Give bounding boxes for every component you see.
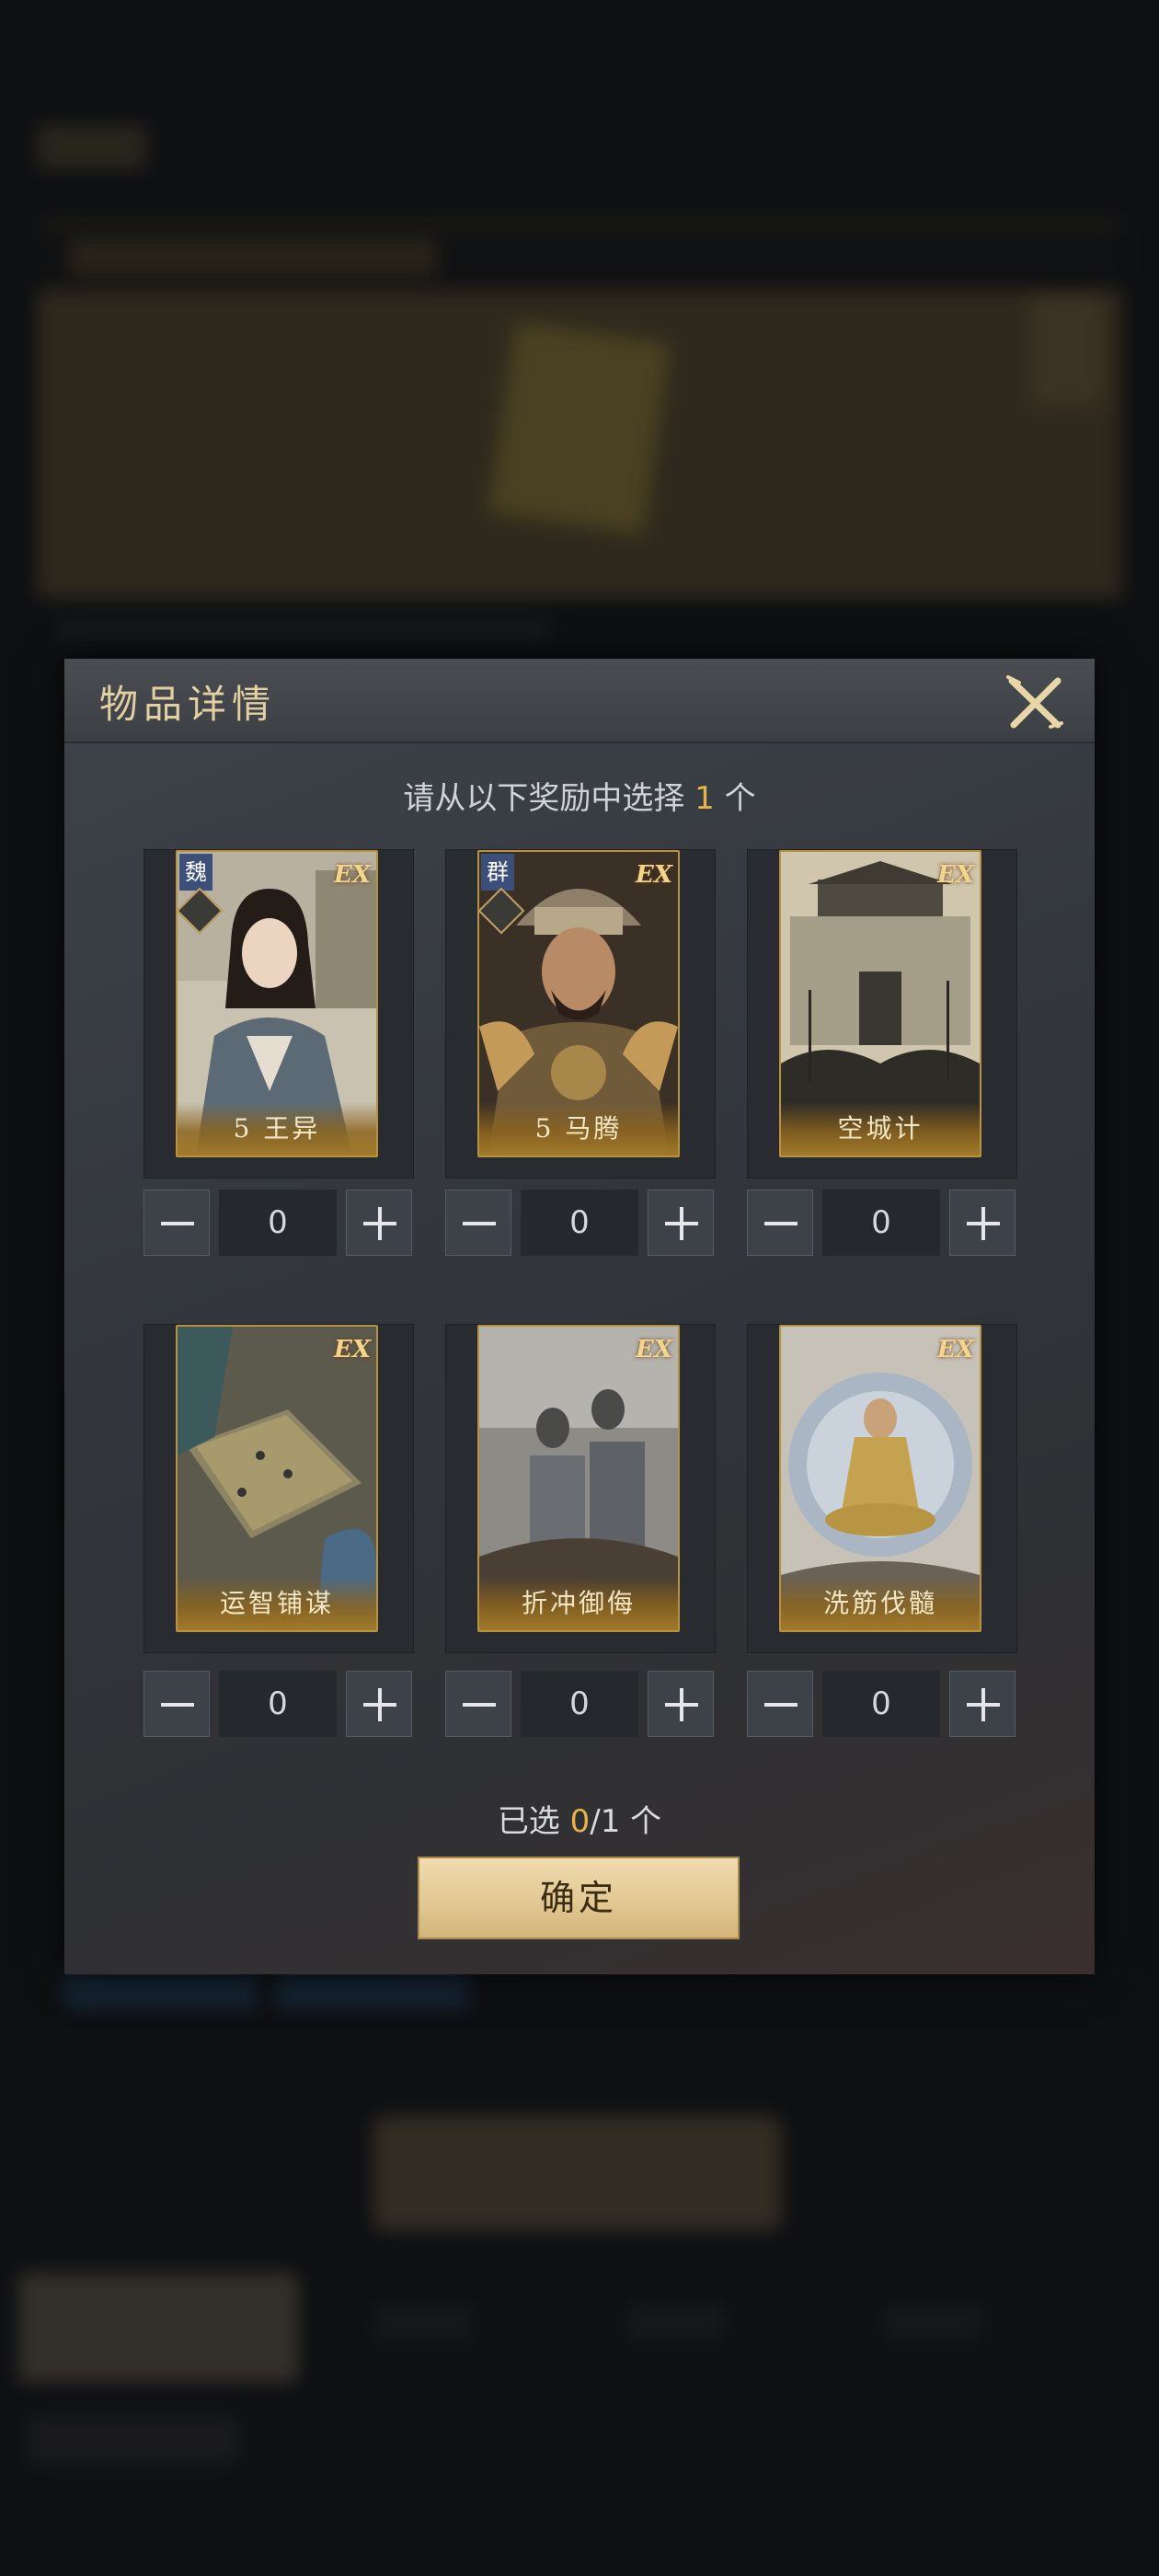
quantity-value[interactable]: 0 <box>219 1671 337 1737</box>
reward-name: 5 王异 <box>178 1102 376 1156</box>
quantity-value[interactable]: 0 <box>521 1671 638 1737</box>
reward-card[interactable]: EX 洗筋伐髓 <box>747 1324 1017 1653</box>
quantity-value[interactable]: 0 <box>822 1671 940 1737</box>
selection-prompt: 请从以下奖励中选择 1 个 <box>64 773 1095 818</box>
confirm-button[interactable]: 确定 <box>418 1857 740 1939</box>
minus-icon <box>161 1703 194 1707</box>
plus-icon <box>363 1207 396 1240</box>
faction-badge: 魏 <box>179 854 212 891</box>
prompt-suffix: 个 <box>724 780 756 817</box>
modal-header: 物品详情 <box>64 659 1095 743</box>
plus-icon <box>665 1207 698 1240</box>
reward-image: 魏 EX 5 王异 <box>176 850 378 1157</box>
decrease-button[interactable] <box>445 1671 511 1737</box>
quantity-stepper: 0 <box>747 1671 1016 1739</box>
reward-image: EX 空城计 <box>779 850 981 1157</box>
minus-icon <box>764 1222 798 1225</box>
plus-icon <box>665 1688 698 1721</box>
decrease-button[interactable] <box>143 1671 210 1737</box>
increase-button[interactable] <box>648 1671 714 1737</box>
reward-image: EX 运智铺谋 <box>176 1325 378 1632</box>
decrease-button[interactable] <box>747 1190 813 1256</box>
item-details-modal: 物品详情 请从以下奖励中选择 1 个 魏 EX 5 王异 0 群 EX 5 马腾… <box>64 659 1095 1974</box>
selected-count: 已选 0/1 个 <box>64 1796 1095 1841</box>
reward-name: 空城计 <box>781 1102 980 1156</box>
reward-image: EX 洗筋伐髓 <box>779 1325 981 1632</box>
reward-image: EX 折冲御侮 <box>477 1325 680 1632</box>
selected-prefix: 已选 <box>497 1803 560 1840</box>
minus-icon <box>463 1703 496 1707</box>
reward-card[interactable]: 魏 EX 5 王异 <box>143 849 414 1179</box>
quantity-stepper: 0 <box>143 1190 412 1258</box>
plus-icon <box>967 1688 1000 1721</box>
reward-card[interactable]: EX 空城计 <box>747 849 1017 1179</box>
increase-button[interactable] <box>346 1671 412 1737</box>
close-icon <box>1006 675 1063 729</box>
minus-icon <box>764 1703 798 1707</box>
minus-icon <box>161 1222 194 1225</box>
rank-icon: EX <box>334 861 371 889</box>
quantity-stepper: 0 <box>143 1671 412 1739</box>
selected-suffix: 个 <box>630 1803 662 1840</box>
quantity-value[interactable]: 0 <box>521 1190 638 1256</box>
reward-image: 群 EX 5 马腾 <box>477 850 680 1157</box>
selected-value: 0 <box>569 1803 591 1840</box>
reward-name: 折冲御侮 <box>479 1577 678 1630</box>
decrease-button[interactable] <box>445 1190 511 1256</box>
rank-icon: EX <box>334 1336 371 1363</box>
reward-card[interactable]: 群 EX 5 马腾 <box>445 849 716 1179</box>
reward-name: 5 马腾 <box>479 1102 678 1156</box>
rank-icon: EX <box>636 1336 672 1363</box>
increase-button[interactable] <box>346 1190 412 1256</box>
prompt-prefix: 请从以下奖励中选择 <box>403 780 685 817</box>
modal-title: 物品详情 <box>99 682 277 727</box>
reward-card[interactable]: EX 折冲御侮 <box>445 1324 716 1653</box>
increase-button[interactable] <box>648 1190 714 1256</box>
quantity-stepper: 0 <box>747 1190 1016 1258</box>
increase-button[interactable] <box>949 1671 1016 1737</box>
quantity-stepper: 0 <box>445 1671 714 1739</box>
rank-icon: EX <box>636 861 672 889</box>
quantity-value[interactable]: 0 <box>219 1190 337 1256</box>
plus-icon <box>363 1688 396 1721</box>
reward-name: 运智铺谋 <box>178 1577 376 1630</box>
decrease-button[interactable] <box>143 1190 210 1256</box>
close-button[interactable] <box>1003 670 1067 734</box>
rank-icon: EX <box>937 1336 974 1363</box>
decrease-button[interactable] <box>747 1671 813 1737</box>
reward-card[interactable]: EX 运智铺谋 <box>143 1324 414 1653</box>
faction-badge: 群 <box>481 854 514 891</box>
quantity-value[interactable]: 0 <box>822 1190 940 1256</box>
minus-icon <box>463 1222 496 1225</box>
rank-icon: EX <box>937 861 974 889</box>
prompt-count: 1 <box>694 780 715 817</box>
selected-total: /1 <box>590 1803 621 1840</box>
quantity-stepper: 0 <box>445 1190 714 1258</box>
reward-name: 洗筋伐髓 <box>781 1577 980 1630</box>
plus-icon <box>967 1207 1000 1240</box>
increase-button[interactable] <box>949 1190 1016 1256</box>
